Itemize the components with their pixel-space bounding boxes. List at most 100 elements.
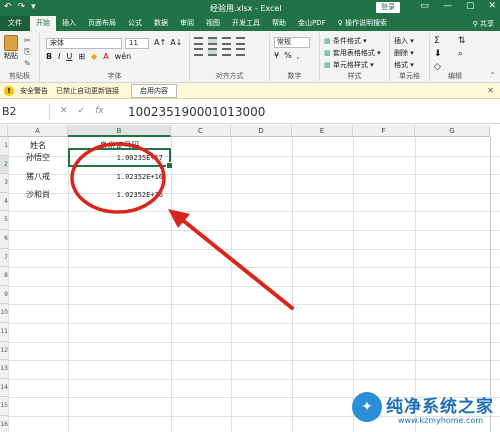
copy-icon[interactable]: ⎘ <box>24 47 31 57</box>
column-header-e[interactable]: E <box>292 125 353 137</box>
maximize-icon[interactable]: ▢ <box>466 1 475 11</box>
tab-developer[interactable]: 开发工具 <box>226 16 266 31</box>
font-color-icon[interactable]: A <box>103 52 108 61</box>
conditional-format-button[interactable]: 条件格式 ▾ <box>324 36 381 46</box>
autosum-icon[interactable]: Σ <box>434 36 452 46</box>
person-icon: ⚲ <box>472 19 480 28</box>
fill-icon[interactable]: ⬇ <box>434 49 452 59</box>
border-icon[interactable]: ⊞ <box>78 52 85 61</box>
align-center-icon[interactable] <box>208 48 217 56</box>
find-icon[interactable]: ⌕ <box>458 49 476 59</box>
phonetic-icon[interactable]: wén <box>115 52 132 61</box>
format-as-table-button[interactable]: 套用表格格式 ▾ <box>324 48 381 58</box>
row-header[interactable]: 12 <box>0 341 8 361</box>
row-header[interactable]: 9 <box>0 285 8 305</box>
row-header[interactable]: 6 <box>0 230 8 249</box>
font-name-select[interactable]: 宋体 <box>46 38 122 49</box>
minimize-icon[interactable]: — <box>443 1 452 11</box>
tab-page-layout[interactable]: 页面布局 <box>82 16 122 31</box>
login-button[interactable]: 登录 <box>376 2 400 13</box>
row-header[interactable]: 13 <box>0 360 8 379</box>
tab-pdf[interactable]: 金山PDF <box>292 16 332 31</box>
font-grow-icon[interactable]: A↑ <box>154 38 166 47</box>
bold-icon[interactable]: B <box>46 52 52 61</box>
comma-icon[interactable]: , <box>297 51 300 60</box>
align-bottom-icon[interactable] <box>222 37 231 45</box>
cancel-icon[interactable]: ✕ <box>60 106 68 116</box>
tab-home[interactable]: 开始 <box>30 16 56 31</box>
wrap-text-icon[interactable] <box>236 37 245 45</box>
undo-icon[interactable]: ↶ <box>4 2 12 12</box>
italic-icon[interactable]: I <box>58 52 60 61</box>
tab-formulas[interactable]: 公式 <box>122 16 148 31</box>
ribbon-display-icon[interactable]: ▭ <box>420 1 429 11</box>
enable-content-button[interactable]: 启用内容 <box>131 83 177 98</box>
select-all-corner[interactable] <box>0 125 8 137</box>
align-left-icon[interactable] <box>194 48 203 56</box>
column-header-a[interactable]: A <box>8 125 68 137</box>
font-size-select[interactable]: 11 <box>125 38 149 49</box>
align-right-icon[interactable] <box>222 48 231 56</box>
cut-icon[interactable]: ✂ <box>24 36 31 45</box>
tab-review[interactable]: 审阅 <box>174 16 200 31</box>
cell-styles-button[interactable]: 单元格样式 ▾ <box>324 60 381 70</box>
formula-input[interactable]: 100235190001013000 <box>128 104 265 120</box>
confirm-icon[interactable]: ✓ <box>78 106 86 116</box>
row-header[interactable]: 11 <box>0 323 8 342</box>
tab-data[interactable]: 数据 <box>148 16 174 31</box>
cell-b3[interactable]: 1.02352E+16 <box>68 168 171 186</box>
row-gridline <box>8 230 500 231</box>
cell-a2[interactable]: 孙悟空 <box>8 149 68 167</box>
close-icon[interactable]: ✕ <box>488 1 496 11</box>
row-header[interactable]: 4 <box>0 192 8 212</box>
merge-center-icon[interactable] <box>236 48 245 56</box>
row-header[interactable]: 5 <box>0 211 8 230</box>
row-header[interactable]: 8 <box>0 267 8 286</box>
row-header[interactable]: 14 <box>0 378 8 398</box>
underline-icon[interactable]: U <box>66 52 72 61</box>
collapse-ribbon-icon[interactable]: ⌃ <box>489 71 496 80</box>
format-painter-icon[interactable]: ✎ <box>24 59 31 68</box>
cell-a3[interactable]: 猪八戒 <box>8 168 68 186</box>
row-header[interactable]: 15 <box>0 397 8 416</box>
currency-icon[interactable]: ¥ <box>274 51 279 60</box>
column-header-b[interactable]: B <box>68 125 171 137</box>
row-gridline <box>8 211 500 213</box>
fill-color-icon[interactable]: ◆ <box>91 52 97 61</box>
insert-function-icon[interactable]: fx <box>95 106 104 116</box>
row-header[interactable]: 16 <box>0 416 8 432</box>
column-header-d[interactable]: D <box>231 125 292 137</box>
cell-a4[interactable]: 沙和尚 <box>8 186 68 204</box>
column-header-g[interactable]: G <box>415 125 490 137</box>
align-top-icon[interactable] <box>194 37 203 45</box>
format-cells-button[interactable]: 格式 ▾ <box>394 60 414 70</box>
customize-toolbar-icon[interactable]: ▾ <box>31 2 36 12</box>
row-header[interactable]: 3 <box>0 174 8 193</box>
tab-insert[interactable]: 插入 <box>56 16 82 31</box>
insert-cells-button[interactable]: 插入 ▾ <box>394 36 414 46</box>
delete-cells-button[interactable]: 删除 ▾ <box>394 48 414 58</box>
tell-me-search[interactable]: ♀ 操作说明搜索 <box>332 16 393 31</box>
row-header[interactable]: 1 <box>0 137 8 156</box>
close-warning-icon[interactable]: ✕ <box>487 86 494 95</box>
paste-button[interactable]: 粘贴 <box>2 35 20 63</box>
column-header-f[interactable]: F <box>353 125 415 137</box>
font-shrink-icon[interactable]: A↓ <box>170 38 182 47</box>
clipboard-icon <box>4 35 18 51</box>
row-header[interactable]: 10 <box>0 304 8 323</box>
percent-icon[interactable]: % <box>284 51 292 60</box>
tab-view[interactable]: 视图 <box>200 16 226 31</box>
column-gridline <box>171 137 172 432</box>
name-box[interactable]: B2 <box>0 104 50 120</box>
share-button[interactable]: ⚲ 共享 <box>473 19 494 29</box>
number-format-select[interactable]: 常规 <box>274 37 310 48</box>
align-middle-icon[interactable] <box>208 37 217 45</box>
row-header[interactable]: 2 <box>0 155 8 175</box>
row-header[interactable]: 7 <box>0 248 8 268</box>
tab-help[interactable]: 帮助 <box>266 16 292 31</box>
cell-b4[interactable]: 1.02352E+16 <box>68 186 171 204</box>
redo-icon[interactable]: ↷ <box>18 2 26 12</box>
tab-file[interactable]: 文件 <box>0 16 30 31</box>
sort-filter-icon[interactable]: ⇅ <box>458 36 476 46</box>
column-header-c[interactable]: C <box>171 125 231 137</box>
